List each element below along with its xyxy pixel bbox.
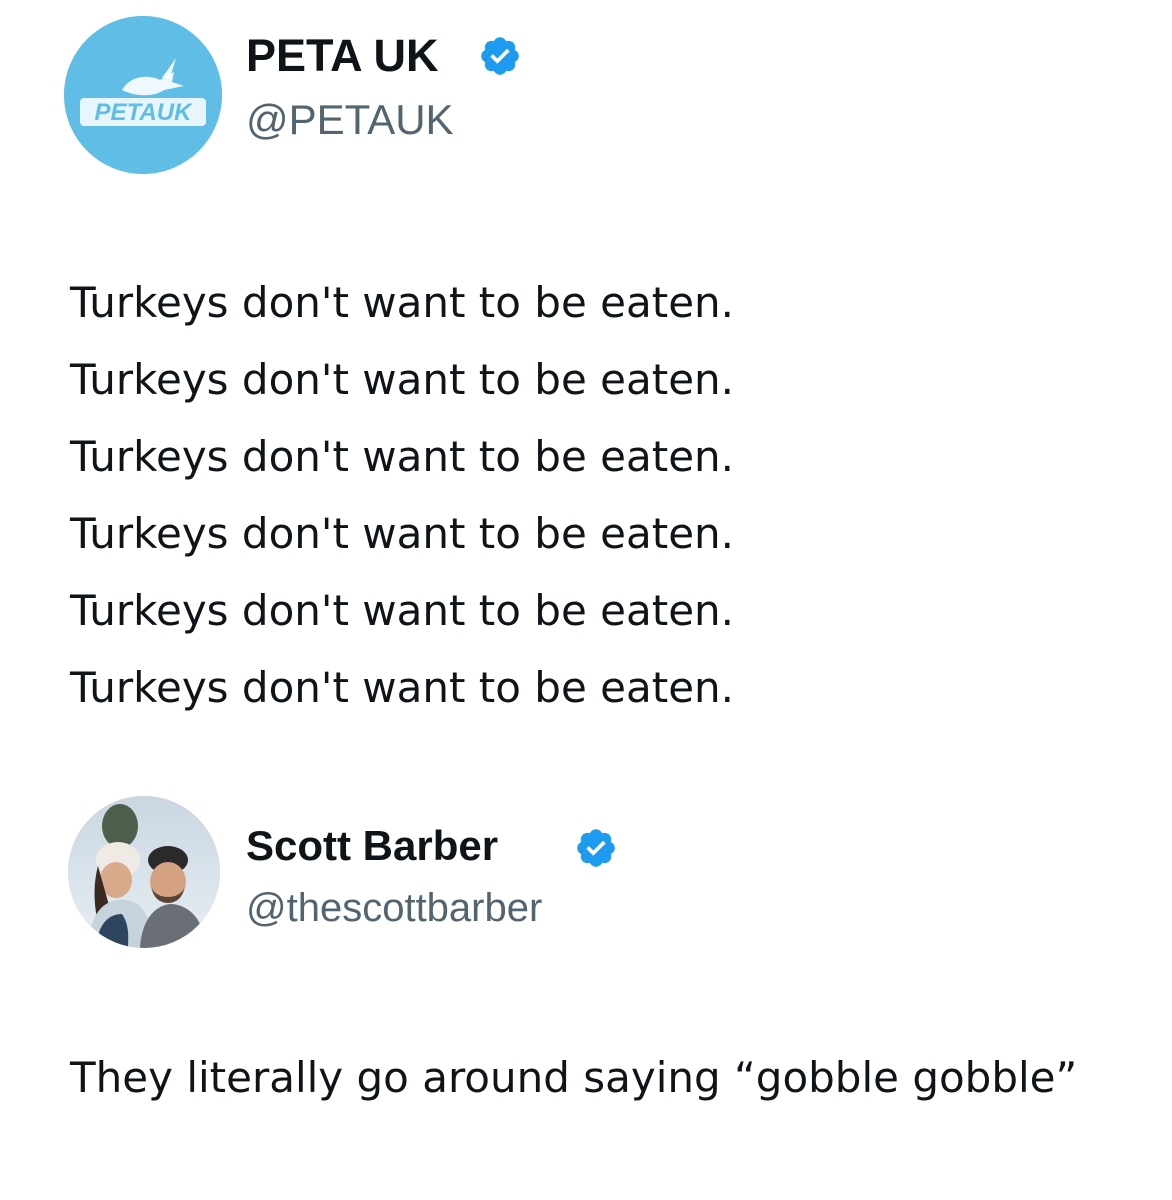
tweet-text-line: Turkeys don't want to be eaten. <box>70 355 735 404</box>
tweet-text-line: Turkeys don't want to be eaten. <box>70 663 735 712</box>
profile-photo <box>68 796 220 948</box>
svg-text:PETAUK: PETAUK <box>95 99 194 126</box>
tweet-text-line: Turkeys don't want to be eaten. <box>70 278 735 327</box>
handle[interactable]: @PETAUK <box>246 96 454 144</box>
handle[interactable]: @thescottbarber <box>246 886 542 931</box>
avatar[interactable]: PETAUK <box>64 16 222 174</box>
tweet-text: Turkeys don't want to be eaten. Turkeys … <box>70 264 1130 726</box>
tweet-text-line: Turkeys don't want to be eaten. <box>70 586 735 635</box>
tweet-text-line: Turkeys don't want to be eaten. <box>70 432 735 481</box>
avatar[interactable] <box>68 796 220 948</box>
tweet-peta-uk[interactable]: PETAUK PETA UK @PETAUK Turkeys don't wan… <box>0 0 1172 790</box>
verified-badge-icon <box>478 34 522 78</box>
tweet-text-line: Turkeys don't want to be eaten. <box>70 509 735 558</box>
display-name[interactable]: Scott Barber <box>246 822 498 870</box>
tweet-scott-barber[interactable]: Scott Barber @thescottbarber They litera… <box>0 790 1172 1200</box>
display-name[interactable]: PETA UK <box>246 30 439 82</box>
verified-badge-icon <box>574 826 618 870</box>
tweet-text: They literally go around saying “gobble … <box>70 1053 1078 1102</box>
peta-logo-icon: PETAUK <box>64 16 222 174</box>
